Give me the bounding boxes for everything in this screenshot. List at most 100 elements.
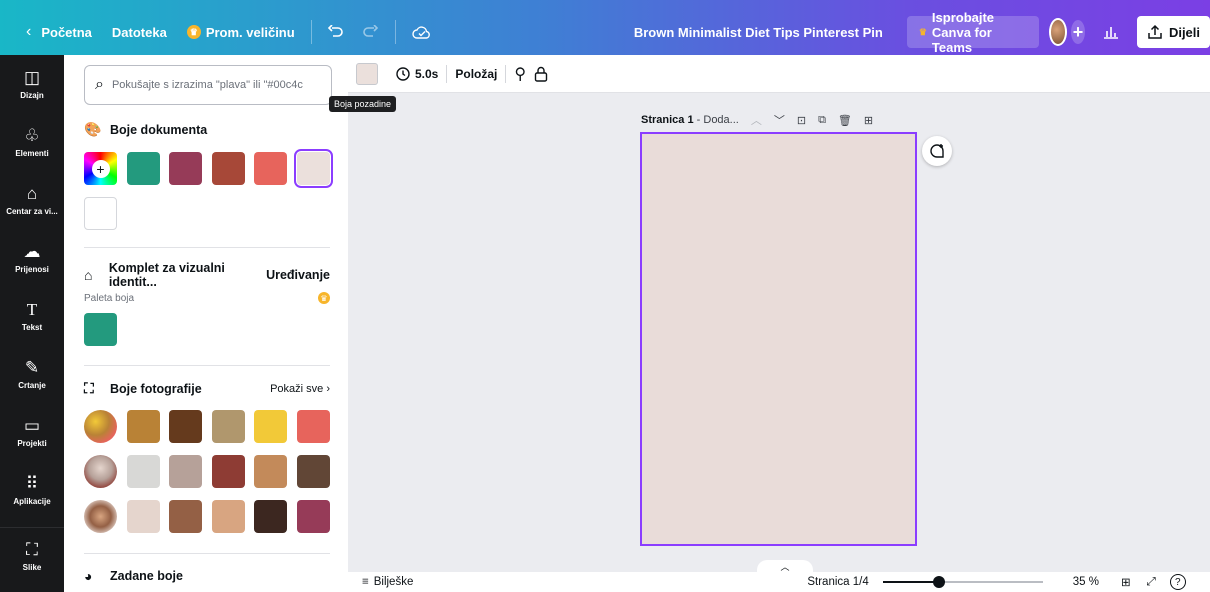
plus-icon: + xyxy=(91,159,110,178)
photo-thumbnail[interactable] xyxy=(84,410,117,443)
color-swatch[interactable] xyxy=(84,197,117,230)
chevron-right-icon: › xyxy=(326,382,330,395)
rail-item-brand-hub[interactable]: ⌂ Centar za vi... xyxy=(0,171,64,229)
redo-button[interactable] xyxy=(353,14,389,50)
lock-page-icon[interactable]: ⊡ xyxy=(797,114,806,127)
design-page[interactable] xyxy=(640,132,917,546)
brand-kit-title: Komplet za vizualni identit... xyxy=(108,261,225,289)
color-swatch[interactable] xyxy=(84,313,117,346)
color-swatch[interactable] xyxy=(254,410,287,443)
undo-button[interactable] xyxy=(317,14,353,50)
page-title-placeholder: - Doda... xyxy=(696,114,739,126)
avatar[interactable] xyxy=(1049,18,1068,46)
show-all-link[interactable]: Pokaži sve › xyxy=(270,383,330,395)
upload-cloud-icon: ☁ xyxy=(23,241,41,261)
photo-thumbnail[interactable] xyxy=(84,455,117,488)
color-swatch[interactable] xyxy=(254,500,287,533)
chevron-down-icon[interactable]: ﹀ xyxy=(774,112,785,128)
redo-icon xyxy=(363,25,379,37)
background-color-tooltip: Boja pozadine xyxy=(329,96,397,112)
share-button[interactable]: Dijeli xyxy=(1136,16,1210,48)
document-colors-title: Boje dokumenta xyxy=(110,122,208,137)
lock-button[interactable] xyxy=(534,61,556,87)
color-swatch[interactable] xyxy=(211,410,245,443)
rail-item-text[interactable]: T Tekst xyxy=(0,287,64,345)
paint-bucket-icon: 🎨 xyxy=(84,121,102,137)
color-swatch[interactable] xyxy=(169,410,202,443)
try-teams-button[interactable]: ♛ Isprobajte Canva for Teams xyxy=(906,10,1040,55)
color-swatch[interactable] xyxy=(126,410,160,443)
grid-view-icon[interactable]: ⊞ xyxy=(1121,575,1131,589)
page-header: Stranica 1 - Doda... ︿ ﹀ ⊡ ⧉ 🗑 ⊞ xyxy=(641,112,873,128)
crown-icon: ♛ xyxy=(318,292,330,304)
cloud-saved-button[interactable] xyxy=(402,14,442,50)
rail-item-label: Elementi xyxy=(15,148,49,158)
color-swatch[interactable] xyxy=(296,410,330,443)
color-swatch[interactable] xyxy=(211,455,245,488)
default-colors-title: Zadane boje xyxy=(110,569,183,583)
cloud-check-icon xyxy=(412,26,430,39)
chevron-up-icon[interactable]: ︿ xyxy=(751,112,762,128)
add-comment-icon[interactable] xyxy=(922,136,952,166)
color-swatch[interactable] xyxy=(211,500,245,533)
zoom-slider-handle[interactable] xyxy=(932,576,945,588)
divider xyxy=(395,20,396,44)
copy-style-button[interactable]: ⚲ xyxy=(506,61,534,87)
rail-item-design[interactable]: ◫ Dizajn xyxy=(0,55,64,113)
home-button[interactable]: ‹ Početna xyxy=(16,14,102,50)
crown-icon: ♛ xyxy=(918,26,927,37)
notes-icon: ≡ xyxy=(362,576,369,588)
bottom-bar: ≡ Bilješke Stranica 1/4 35 % ⊞ ⤢ ? xyxy=(348,572,1210,592)
color-swatch[interactable] xyxy=(126,152,160,185)
photo-colors-title: Boje fotografije xyxy=(110,381,202,396)
text-icon: T xyxy=(26,299,38,319)
color-swatch[interactable] xyxy=(296,500,330,533)
photo-thumbnail[interactable] xyxy=(84,500,117,533)
duration-button[interactable]: 5.0s xyxy=(388,61,446,87)
color-swatch[interactable] xyxy=(296,455,330,488)
rail-item-apps[interactable]: ⠿ Aplikacije xyxy=(0,461,64,519)
insights-button[interactable] xyxy=(1093,14,1129,50)
zoom-level[interactable]: 35 % xyxy=(1073,576,1099,588)
rail-item-uploads[interactable]: ☁ Prijenosi xyxy=(0,229,64,287)
page-counter[interactable]: Stranica 1/4 xyxy=(807,576,868,588)
trash-icon[interactable]: 🗑 xyxy=(838,114,852,127)
add-color-button[interactable]: + xyxy=(84,152,117,185)
color-swatch[interactable] xyxy=(169,152,202,185)
page-title[interactable]: Stranica 1 - Doda... xyxy=(641,114,739,126)
add-people-icon[interactable]: + xyxy=(1071,20,1085,44)
duplicate-page-icon[interactable]: ⧉ xyxy=(818,114,826,127)
color-swatch[interactable] xyxy=(126,455,160,488)
rail-item-photos[interactable]: ⛶ Slike xyxy=(0,527,64,585)
color-swatch[interactable] xyxy=(254,455,287,488)
color-swatch[interactable] xyxy=(169,455,202,488)
rail-item-elements[interactable]: ♧ Elementi xyxy=(0,113,64,171)
document-title[interactable]: Brown Minimalist Diet Tips Pinterest Pin xyxy=(624,14,893,50)
help-icon[interactable]: ? xyxy=(1169,574,1186,590)
background-color-button[interactable] xyxy=(356,62,378,85)
draw-icon: ✎ xyxy=(24,357,40,377)
fullscreen-icon[interactable]: ⤢ xyxy=(1147,576,1156,589)
zoom-slider[interactable] xyxy=(882,576,1043,588)
rail-item-draw[interactable]: ✎ Crtanje xyxy=(0,345,64,403)
rail-item-label: Projekti xyxy=(17,438,47,448)
rail-item-projects[interactable]: ▭ Projekti xyxy=(0,403,64,461)
color-swatch[interactable] xyxy=(169,500,202,533)
color-search-input[interactable]: ⌕ Pokušajte s izrazima "plava" ili "#00c… xyxy=(84,65,332,105)
brand-kit-heading: ⌂ Komplet za vizualni identit... Uređiva… xyxy=(84,261,330,289)
color-swatch[interactable] xyxy=(126,500,160,533)
brand-kit-edit-link[interactable]: Uređivanje xyxy=(266,268,330,282)
rail-item-label: Aplikacije xyxy=(13,496,51,506)
notes-button[interactable]: ≡ Bilješke xyxy=(362,576,413,588)
undo-icon xyxy=(328,25,344,37)
color-swatch[interactable] xyxy=(293,149,333,188)
file-menu-button[interactable]: Datoteka xyxy=(102,14,177,50)
add-page-icon[interactable]: ⊞ xyxy=(864,114,873,127)
rail-item-label: Centar za vi... xyxy=(6,206,58,216)
position-button[interactable]: Položaj xyxy=(447,61,505,87)
duration-label: 5.0s xyxy=(415,66,439,81)
resize-button[interactable]: ♛ Prom. veličinu xyxy=(177,14,305,50)
color-swatch[interactable] xyxy=(254,152,287,185)
color-swatch[interactable] xyxy=(211,152,245,185)
image-icon: ⛶ xyxy=(26,540,38,559)
